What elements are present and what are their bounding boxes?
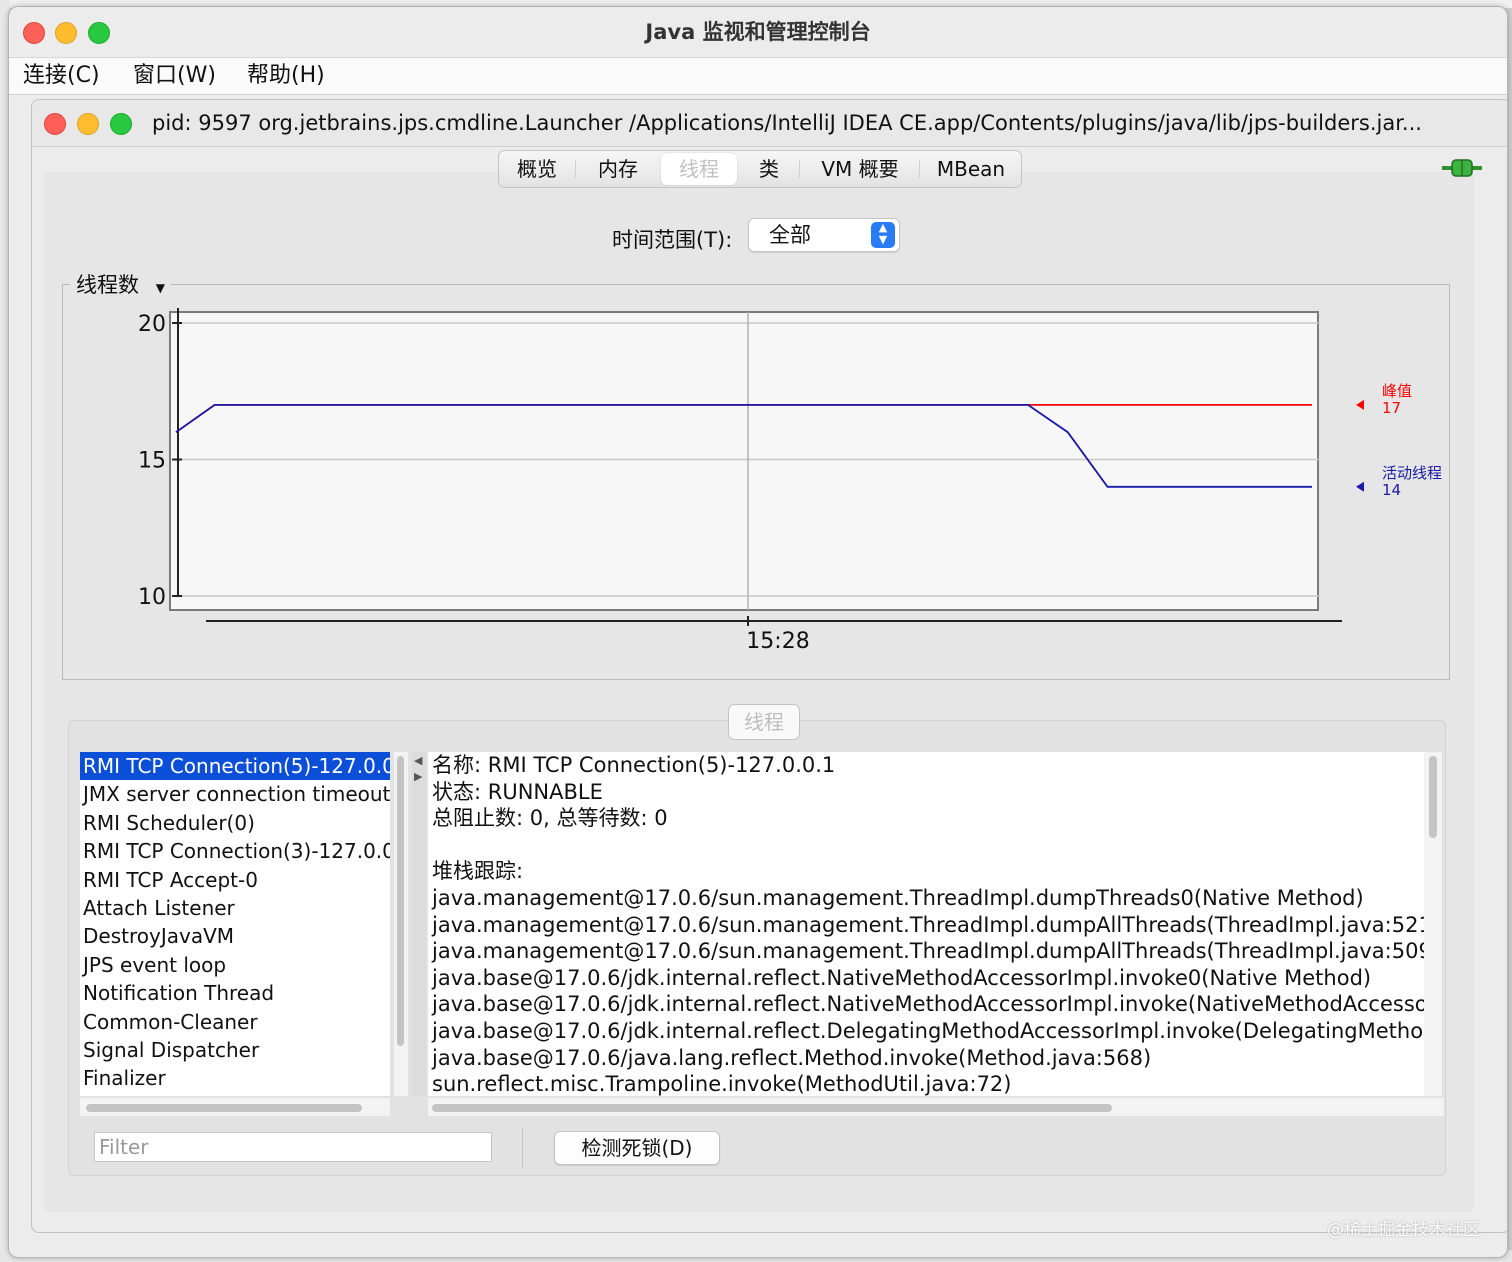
thread-list-horizontal-scrollbar[interactable] <box>80 1098 390 1116</box>
stack-frame-line: java.management@17.0.6/sun.management.Th… <box>432 912 1424 937</box>
time-range-select[interactable]: 全部 ▲ ▼ <box>748 218 900 252</box>
series-value-label: 14 <box>1382 481 1401 499</box>
thread-list-vertical-scrollbar[interactable] <box>394 752 408 1096</box>
window-title: Java 监视和管理控制台 <box>645 20 871 44</box>
series-name-label: 活动线程 <box>1382 464 1442 482</box>
series-name-label: 峰值 <box>1382 382 1412 400</box>
y-tick-label: 15 <box>138 449 166 474</box>
tab-vm-summary[interactable]: VM 概要 <box>801 151 919 187</box>
maximize-frame-button[interactable] <box>110 113 132 135</box>
detect-deadlock-button[interactable]: 检测死锁(D) <box>554 1131 720 1165</box>
thread-list-item[interactable]: JPS event loop <box>80 951 390 979</box>
thread-list-item[interactable]: JMX server connection timeout 2 <box>80 780 390 808</box>
connection-status-icon <box>1442 159 1482 177</box>
tab-overview[interactable]: 概览 <box>499 151 575 187</box>
close-frame-button[interactable] <box>44 113 66 135</box>
thread-list[interactable]: RMI TCP Connection(5)-127.0.0.1 JMX serve… <box>80 752 390 1096</box>
threads-section-title: 线程 <box>728 704 800 740</box>
thread-detail-text[interactable]: 名称: RMI TCP Connection(5)-127.0.0.1 状态: … <box>428 752 1424 1096</box>
time-range-value: 全部 <box>769 223 811 247</box>
divider <box>522 1128 523 1168</box>
detail-horizontal-scrollbar[interactable] <box>428 1098 1444 1116</box>
thread-list-item[interactable]: RMI Scheduler(0) <box>80 809 390 837</box>
stack-frame-line: java.base@17.0.6/jdk.internal.reflect.Na… <box>432 965 1372 990</box>
tab-classes[interactable]: 类 <box>739 151 799 187</box>
y-tick-label: 10 <box>138 585 166 610</box>
thread-list-item[interactable]: Signal Dispatcher <box>80 1036 390 1064</box>
menu-connect[interactable]: 连接(C) <box>23 58 100 94</box>
thread-name-line: 名称: RMI TCP Connection(5)-127.0.0.1 <box>432 753 836 777</box>
stack-trace-label: 堆栈跟踪: <box>432 859 524 884</box>
watermark: @稀土掘金技术社区 <box>1327 1220 1480 1240</box>
arrow-right-icon[interactable]: ▶ <box>414 770 422 783</box>
detail-vertical-scrollbar[interactable] <box>1424 752 1442 1096</box>
thread-filter-input[interactable] <box>94 1132 492 1162</box>
plot-area <box>169 311 1319 611</box>
thread-list-item[interactable]: Notification Thread <box>80 979 390 1007</box>
tab-threads[interactable]: 线程 <box>661 153 737 185</box>
stack-frame-line: java.base@17.0.6/jdk.internal.reflect.Na… <box>432 992 1424 1017</box>
stack-frame-line: java.management@17.0.6/sun.management.Th… <box>432 885 1364 910</box>
tab-memory[interactable]: 内存 <box>577 151 659 187</box>
thread-list-item[interactable]: RMI TCP Connection(3)-127.0.0.1 <box>80 837 390 865</box>
menu-window[interactable]: 窗口(W) <box>133 58 216 94</box>
x-tick-label: 15:28 <box>746 629 809 654</box>
thread-list-item[interactable]: Attach Listener <box>80 894 390 922</box>
chevron-down-icon: ▼ <box>155 281 165 295</box>
arrow-left-icon[interactable]: ◀ <box>414 754 422 767</box>
stack-frame-line: java.base@17.0.6/jdk.internal.reflect.De… <box>432 1018 1424 1043</box>
stack-frame-line: java.management@17.0.6/sun.management.Th… <box>432 939 1424 964</box>
series-marker <box>1356 481 1364 492</box>
series-marker <box>1356 399 1364 410</box>
split-pane-divider[interactable]: ◀ ▶ <box>412 752 426 1096</box>
menu-bar: 连接(C) 窗口(W) 帮助(H) <box>9 57 1507 95</box>
connection-internal-frame: pid: 9597 org.jetbrains.jps.cmdline.Laun… <box>31 99 1507 1233</box>
thread-list-item[interactable]: DestroyJavaVM <box>80 922 390 950</box>
y-tick-label: 20 <box>138 312 166 337</box>
thread-list-item[interactable]: Common-Cleaner <box>80 1008 390 1036</box>
chevron-updown-icon: ▲ ▼ <box>871 222 895 248</box>
stack-frame-line: sun.reflect.misc.Trampoline.invoke(Metho… <box>432 1072 1012 1096</box>
series-value-label: 17 <box>1382 399 1401 417</box>
internal-frame-title: pid: 9597 org.jetbrains.jps.cmdline.Laun… <box>152 111 1422 135</box>
thread-count-chart: 20 15 10 15:28 峰值17 活动线程14 <box>138 308 1442 654</box>
tab-mbean[interactable]: MBean <box>921 151 1021 187</box>
stack-frame-line: java.base@17.0.6/java.lang.reflect.Metho… <box>432 1045 1152 1070</box>
thread-list-item[interactable]: RMI TCP Accept-0 <box>80 866 390 894</box>
minimize-frame-button[interactable] <box>77 113 99 135</box>
time-range-label: 时间范围(T): <box>612 228 733 252</box>
thread-list-item[interactable]: Finalizer <box>80 1064 390 1092</box>
thread-state-line: 状态: RUNNABLE <box>432 779 603 804</box>
jconsole-main-window: Java 监视和管理控制台 连接(C) 窗口(W) 帮助(H) pid: 959… <box>8 6 1508 1258</box>
internal-frame-titlebar: pid: 9597 org.jetbrains.jps.cmdline.Laun… <box>32 100 1507 147</box>
tab-bar: 概览 内存 线程 类 VM 概要 MBean <box>498 150 1022 188</box>
thread-list-item[interactable]: RMI TCP Connection(5)-127.0.0.1 <box>80 752 390 781</box>
menu-help[interactable]: 帮助(H) <box>247 58 325 94</box>
chart-metric-label: 线程数 <box>76 273 139 297</box>
thread-counts-line: 总阻止数: 0, 总等待数: 0 <box>432 806 668 831</box>
